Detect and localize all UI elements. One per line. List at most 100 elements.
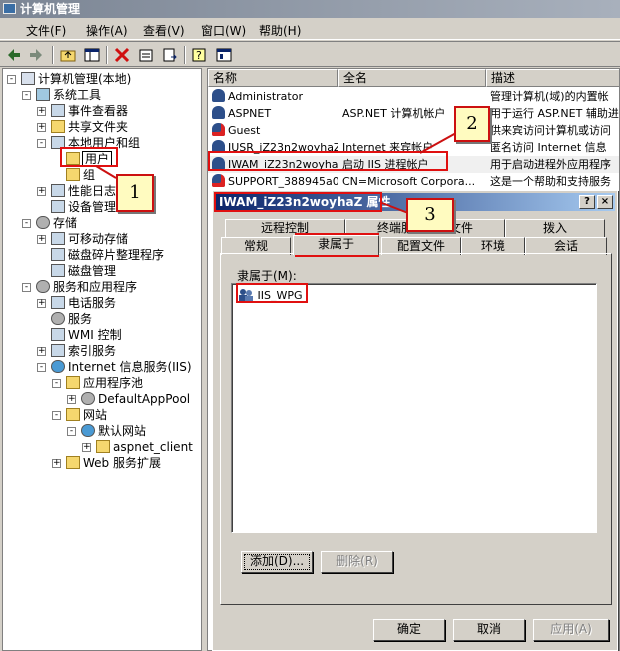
tree-node[interactable]: 可移动存储 [51,231,128,247]
forward-button[interactable] [26,45,46,65]
computer-icon [21,72,35,85]
menu-help[interactable]: 帮助(H) [259,22,301,39]
expand-icon[interactable]: + [82,443,91,452]
collapse-icon[interactable]: - [22,91,31,100]
export-list-icon [163,48,177,62]
tab-member-of[interactable]: 隶属于 [293,235,379,255]
disabled-user-icon [212,174,225,187]
help-button[interactable]: ? [190,45,210,65]
refresh-button[interactable] [160,45,180,65]
tree-node[interactable]: 性能日志 [51,183,116,199]
node-icon [51,184,65,197]
collapse-icon[interactable]: - [37,363,46,372]
collapse-icon[interactable]: - [22,283,31,292]
tree-node[interactable]: 网站 [66,407,107,423]
menu-window[interactable]: 窗口(W) [201,22,246,39]
tree-node[interactable]: 索引服务 [51,343,116,359]
tree-node[interactable]: 系统工具 [36,87,101,103]
tree-node-label: 磁盘管理 [68,264,117,278]
tree-node-label: 服务和应用程序 [53,280,138,294]
tree-node[interactable]: 服务和应用程序 [36,279,137,295]
expand-icon[interactable]: + [37,123,46,132]
member-of-list[interactable]: IIS_WPG [231,283,597,533]
back-button[interactable] [4,45,24,65]
expand-icon[interactable]: + [52,459,61,468]
tree-node[interactable]: 电话服务 [51,295,116,311]
add-button[interactable]: 添加(D)... [241,551,313,573]
window-title-bar[interactable]: 计算机管理 [0,0,620,18]
menu-action[interactable]: 操作(A) [86,22,128,39]
gear-icon [36,216,50,229]
tree-node-label: 应用程序池 [83,376,144,390]
collapse-icon[interactable]: - [52,411,61,420]
tab-dial-in[interactable]: 拨入 [505,219,605,237]
table-row[interactable]: SUPPORT_388945a0 CN=Microsoft Corpora... 这… [208,173,619,190]
tree-node[interactable]: 存储 [36,215,77,231]
folder-icon [51,120,65,133]
tree-node[interactable]: 磁盘管理 [51,263,116,279]
properties-button[interactable] [136,45,156,65]
menu-view[interactable]: 查看(V) [143,22,185,39]
cell-description: 管理计算机(域)的内置帐 [490,90,609,103]
gear-icon [51,312,65,325]
tree-node[interactable]: 服务 [51,311,92,327]
node-icon [51,328,65,341]
tree-node[interactable]: 磁盘碎片整理程序 [51,247,164,263]
tree-node[interactable]: 应用程序池 [66,375,143,391]
collapse-icon[interactable]: - [7,75,16,84]
expand-icon[interactable]: + [37,299,46,308]
tree-node-label: 服务 [68,312,93,326]
expand-icon[interactable]: + [37,107,46,116]
tree-node-label: 网站 [83,408,108,422]
column-header-description[interactable]: 描述 [486,69,619,87]
tree-node[interactable]: DefaultAppPool [81,391,190,407]
toolbar-separator [106,46,108,64]
tools-icon [36,88,50,101]
table-row[interactable]: ASPNET ASP.NET 计算机帐户 用于运行 ASP.NET 辅助进 [208,105,619,122]
cancel-button[interactable]: 取消 [453,619,525,641]
tree-node[interactable]: WMI 控制 [51,327,122,343]
tree-node[interactable]: 组 [66,167,95,183]
apply-button[interactable]: 应用(A) [533,619,609,641]
collapse-icon[interactable]: - [22,219,31,228]
tree-node-label: Internet 信息服务(IIS) [68,360,192,374]
folder-icon [66,408,80,421]
cell-name: Guest [212,122,338,139]
tree-node[interactable]: Web 服务扩展 [66,455,161,471]
column-header-fullname[interactable]: 全名 [338,69,486,87]
properties-icon [139,49,153,62]
tree-node[interactable]: 计算机管理(本地) [21,71,131,87]
ok-button[interactable]: 确定 [373,619,445,641]
up-level-button[interactable] [58,45,78,65]
highlight-iwam-row [208,151,448,171]
cell-description: 这是一个帮助和支持服务 [490,175,611,188]
node-icon [51,104,65,117]
show-tree-button[interactable] [82,45,102,65]
remove-button[interactable]: 删除(R) [321,551,393,573]
collapse-icon[interactable]: - [52,379,61,388]
tree-node[interactable]: 事件查看器 [51,103,128,119]
expand-icon[interactable]: + [37,187,46,196]
table-row[interactable]: Guest 供来宾访问计算机或访问 [208,122,619,139]
expand-icon[interactable]: + [37,347,46,356]
menu-file[interactable]: 文件(F) [26,22,66,39]
expand-icon[interactable]: + [67,395,76,404]
gear-icon [81,392,95,405]
tree-node[interactable]: Internet 信息服务(IIS) [51,359,192,375]
collapse-icon[interactable]: - [67,427,76,436]
collapse-icon[interactable]: - [37,139,46,148]
dialog-help-button[interactable]: ? [579,195,595,209]
tree-node[interactable]: aspnet_client [96,439,193,455]
dialog-close-button[interactable]: × [597,195,613,209]
tree-node-label: 可移动存储 [68,232,129,246]
tree-node[interactable]: 共享文件夹 [51,119,128,135]
table-row[interactable]: Administrator 管理计算机(域)的内置帐 [208,88,619,105]
column-header-name[interactable]: 名称 [208,69,338,87]
expand-icon[interactable]: + [37,235,46,244]
toolbar: ? [0,41,620,67]
tree-node[interactable]: 默认网站 [81,423,146,439]
tree-node-label: 存储 [53,216,78,230]
console-button[interactable] [214,45,234,65]
delete-button[interactable] [112,45,132,65]
cell-description: 用于启动进程外应用程序 [490,158,611,171]
